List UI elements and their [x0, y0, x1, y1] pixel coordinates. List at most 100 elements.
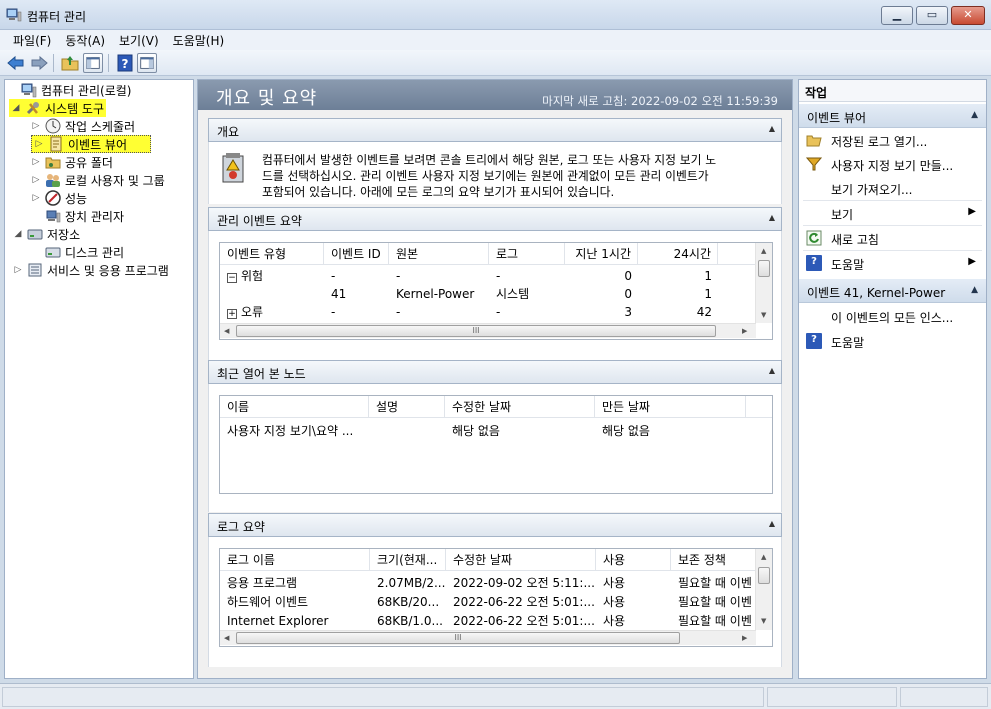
column-header[interactable]: 로그 — [489, 243, 565, 265]
column-header[interactable]: 수정한 날짜 — [446, 549, 596, 571]
tree-item-task-scheduler[interactable]: ▷ 작업 스케줄러 — [31, 117, 135, 135]
scroll-left-arrow-icon[interactable]: ◀ — [224, 634, 229, 642]
scroll-up-arrow-icon[interactable]: ▲ — [761, 553, 766, 561]
cell-text: 사용 — [603, 595, 626, 609]
action-open-saved-log[interactable]: 저장된 로그 열기... — [799, 128, 986, 152]
menu-file[interactable]: 파일(F) — [6, 32, 58, 49]
collapse-arrow-icon[interactable]: ◢ — [11, 103, 21, 113]
expand-arrow-icon[interactable]: ▷ — [31, 157, 41, 167]
tree-item-system-tools[interactable]: ◢ 시스템 도구 — [9, 99, 107, 117]
expand-arrow-icon[interactable]: ▷ — [31, 193, 41, 203]
tree-item-device-manager[interactable]: 장치 관리자 — [31, 207, 124, 225]
column-header[interactable]: 지난 1시간 — [565, 243, 638, 265]
action-help[interactable]: ? 도움말 ▶ — [799, 251, 986, 275]
tree-label: 컴퓨터 관리(로컬) — [41, 83, 132, 98]
action-create-custom-view[interactable]: 사용자 지정 보기 만들... — [799, 152, 986, 176]
column-header[interactable]: 설명 — [369, 396, 445, 418]
scroll-thumb[interactable] — [758, 260, 770, 277]
action-all-instances[interactable]: 이 이벤트의 모든 인스... — [799, 304, 986, 328]
tree-item-shared-folders[interactable]: ▷ 공유 폴더 — [31, 153, 113, 171]
action-refresh[interactable]: 새로 고침 — [799, 226, 986, 250]
collapse-box-icon[interactable]: − — [227, 273, 237, 283]
show-hide-action-pane-icon[interactable] — [137, 53, 157, 73]
action-label: 새로 고침 — [831, 233, 879, 247]
horizontal-scrollbar[interactable]: ◀ III ▶ — [220, 323, 756, 338]
column-header[interactable]: 원본 — [389, 243, 489, 265]
scroll-thumb[interactable]: III — [236, 632, 680, 644]
expand-arrow-icon[interactable]: ▷ — [34, 139, 44, 149]
cell-text: - — [396, 269, 401, 283]
page-title: 개요 및 요약 — [216, 88, 318, 109]
expand-box-icon[interactable]: + — [227, 309, 237, 319]
tree-item-disk-management[interactable]: 디스크 관리 — [31, 243, 124, 261]
column-header[interactable]: 이벤트 유형 — [220, 243, 324, 265]
collapse-caret-icon[interactable]: ▲ — [769, 213, 775, 222]
column-header[interactable]: 이벤트 ID — [324, 243, 389, 265]
help-icon[interactable]: ? — [115, 53, 135, 73]
tree-item-event-viewer[interactable]: ▷ 이벤트 뷰어 — [31, 135, 151, 153]
vertical-scrollbar[interactable]: ▲ ▼ — [755, 243, 772, 323]
action-view[interactable]: 보기 ▶ — [799, 201, 986, 225]
section-log-summary-header[interactable]: 로그 요약 ▲ — [208, 513, 782, 537]
collapse-caret-icon[interactable]: ▲ — [769, 366, 775, 375]
collapse-caret-icon[interactable]: ▲ — [971, 110, 978, 120]
scroll-left-arrow-icon[interactable]: ◀ — [224, 327, 229, 335]
menu-bar: 파일(F) 동작(A) 보기(V) 도움말(H) — [0, 30, 991, 50]
show-hide-console-tree-icon[interactable] — [83, 53, 103, 73]
back-arrow-icon[interactable] — [6, 53, 26, 73]
cell-text: 2022-06-22 오전 5:01:... — [453, 614, 595, 628]
action-import-view[interactable]: 보기 가져오기... — [799, 176, 986, 200]
tree-item-local-users-groups[interactable]: ▷ 로컬 사용자 및 그룹 — [31, 171, 165, 189]
collapse-caret-icon[interactable]: ▲ — [769, 124, 775, 133]
tree-item-computer-management[interactable]: 컴퓨터 관리(로컬) — [7, 81, 131, 99]
action-group-event-41[interactable]: 이벤트 41, Kernel-Power ▲ — [799, 279, 986, 303]
scroll-right-arrow-icon[interactable]: ▶ — [742, 327, 747, 335]
column-header[interactable]: 크기(현재... — [370, 549, 446, 571]
action-help-event[interactable]: ? 도움말 — [799, 329, 986, 353]
section-admin-summary-header[interactable]: 관리 이벤트 요약 ▲ — [208, 207, 782, 231]
collapse-caret-icon[interactable]: ▲ — [769, 519, 775, 528]
tree-label: 로컬 사용자 및 그룹 — [65, 173, 165, 188]
scroll-thumb[interactable]: III — [236, 325, 716, 337]
scroll-up-arrow-icon[interactable]: ▲ — [761, 247, 766, 255]
column-header[interactable]: 보존 정책 — [671, 549, 756, 571]
minimize-button[interactable]: ▁ — [881, 6, 913, 25]
scroll-right-arrow-icon[interactable]: ▶ — [742, 634, 747, 642]
tree-item-performance[interactable]: ▷ 성능 — [31, 189, 87, 207]
column-header[interactable]: 수정한 날짜 — [445, 396, 595, 418]
menu-view[interactable]: 보기(V) — [112, 32, 166, 49]
column-header[interactable]: 이름 — [220, 396, 369, 418]
column-header[interactable]: 24시간 — [638, 243, 718, 265]
up-folder-icon[interactable] — [60, 53, 80, 73]
cell-text: 응용 프로그램 — [227, 576, 298, 590]
section-recent-nodes-header[interactable]: 최근 열어 본 노드 ▲ — [208, 360, 782, 384]
maximize-button[interactable]: ▭ — [916, 6, 948, 25]
action-group-event-viewer[interactable]: 이벤트 뷰어 ▲ — [799, 104, 986, 128]
cell-text: 68KB/1.0... — [377, 614, 443, 628]
menu-help[interactable]: 도움말(H) — [166, 32, 232, 49]
scroll-thumb[interactable] — [758, 567, 770, 584]
column-header[interactable]: 만든 날짜 — [595, 396, 746, 418]
tree-label: 서비스 및 응용 프로그램 — [47, 263, 169, 278]
expand-arrow-icon[interactable]: ▷ — [31, 121, 41, 131]
column-header[interactable]: 사용 — [596, 549, 671, 571]
tree-item-storage[interactable]: ◢ 저장소 — [13, 225, 81, 243]
expand-arrow-icon[interactable]: ▷ — [13, 265, 23, 275]
scroll-down-arrow-icon[interactable]: ▼ — [761, 311, 766, 319]
scroll-down-arrow-icon[interactable]: ▼ — [761, 617, 766, 625]
horizontal-scrollbar[interactable]: ◀ III ▶ — [220, 630, 756, 645]
collapse-arrow-icon[interactable]: ◢ — [13, 229, 23, 239]
cell-text: - — [496, 305, 501, 319]
section-overview-header[interactable]: 개요 ▲ — [208, 118, 782, 142]
cell-text: 사용자 지정 보기\요약 ... — [227, 424, 354, 438]
filter-icon — [806, 157, 822, 171]
expand-arrow-icon[interactable]: ▷ — [31, 175, 41, 185]
forward-arrow-icon[interactable] — [29, 53, 49, 73]
tree-item-services-apps[interactable]: ▷ 서비스 및 응용 프로그램 — [13, 261, 169, 279]
recent-nodes-table: 이름 설명 수정한 날짜 만든 날짜 사용자 지정 보기\요약 ... 해당 없… — [219, 395, 773, 494]
column-header[interactable]: 로그 이름 — [220, 549, 370, 571]
vertical-scrollbar[interactable]: ▲ ▼ — [755, 549, 772, 630]
close-button[interactable]: ✕ — [951, 6, 985, 25]
collapse-caret-icon[interactable]: ▲ — [971, 285, 978, 295]
menu-action[interactable]: 동작(A) — [58, 32, 112, 49]
